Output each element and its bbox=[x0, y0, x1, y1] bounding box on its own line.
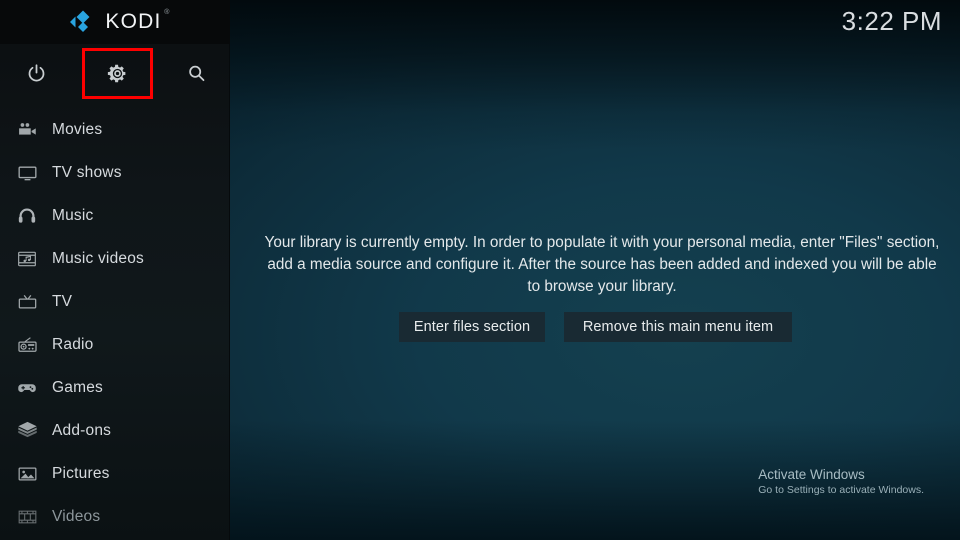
kodi-wordmark: KODI bbox=[105, 10, 162, 33]
empty-library-message: Your library is currently empty. In orde… bbox=[264, 234, 940, 295]
power-icon bbox=[26, 63, 47, 84]
radio-icon bbox=[10, 330, 44, 360]
sidebar-item-pictures[interactable]: Pictures bbox=[0, 452, 230, 495]
watermark-title: Activate Windows bbox=[758, 467, 865, 482]
sidebar-item-radio[interactable]: Radio bbox=[0, 323, 230, 366]
remove-main-menu-item-button[interactable]: Remove this main menu item bbox=[564, 312, 792, 342]
addon-box-icon bbox=[10, 416, 44, 446]
sidebar-item-label: TV shows bbox=[52, 163, 122, 181]
sidebar-item-label: Games bbox=[52, 378, 103, 396]
kodi-logo: KODI ® bbox=[68, 9, 169, 35]
sidebar-action-row bbox=[0, 44, 230, 102]
kodi-logo-text: KODI ® bbox=[105, 9, 169, 34]
search-button[interactable] bbox=[174, 51, 218, 95]
watermark-subtitle: Go to Settings to activate Windows. bbox=[758, 484, 924, 496]
sidebar-item-music[interactable]: Music bbox=[0, 194, 230, 237]
sidebar-item-games[interactable]: Games bbox=[0, 366, 230, 409]
sidebar-item-tv[interactable]: TV bbox=[0, 280, 230, 323]
windows-activation-watermark: Activate Windows Go to Settings to activ… bbox=[758, 466, 924, 498]
kodi-logo-icon bbox=[68, 9, 96, 35]
gamepad-icon bbox=[10, 373, 44, 403]
sidebar-item-videos[interactable]: Videos bbox=[0, 495, 230, 538]
sidebar-item-movies[interactable]: Movies bbox=[0, 108, 230, 151]
sidebar-item-tv-shows[interactable]: TV shows bbox=[0, 151, 230, 194]
kodi-home-screen: 3:22 PM Your library is currently empty.… bbox=[0, 0, 960, 540]
movie-camera-icon bbox=[10, 115, 44, 145]
sidebar-item-label: Pictures bbox=[52, 464, 110, 482]
empty-library-actions: Enter files section Remove this main men… bbox=[399, 312, 792, 342]
sidebar-item-label: Radio bbox=[52, 335, 94, 353]
music-video-icon bbox=[10, 244, 44, 274]
sidebar-item-label: Movies bbox=[52, 120, 103, 138]
sidebar-item-label: Add-ons bbox=[52, 421, 112, 439]
headphones-icon bbox=[10, 201, 44, 231]
gear-icon bbox=[107, 63, 128, 84]
sidebar-header: KODI ® bbox=[0, 0, 230, 44]
search-icon bbox=[186, 63, 207, 84]
sidebar-item-label: Videos bbox=[52, 507, 101, 525]
settings-button[interactable] bbox=[95, 51, 139, 95]
sidebar-item-music-videos[interactable]: Music videos bbox=[0, 237, 230, 280]
clock: 3:22 PM bbox=[841, 6, 942, 36]
enter-files-section-button[interactable]: Enter files section bbox=[399, 312, 545, 342]
television-icon bbox=[10, 158, 44, 188]
kodi-trademark: ® bbox=[164, 9, 171, 16]
tv-antenna-icon bbox=[10, 287, 44, 317]
sidebar-item-label: Music videos bbox=[52, 249, 144, 267]
picture-icon bbox=[10, 459, 44, 489]
sidebar-item-label: TV bbox=[52, 292, 73, 310]
sidebar-item-addons[interactable]: Add-ons bbox=[0, 409, 230, 452]
sidebar: KODI ® Movies TV shows Music Music video… bbox=[0, 0, 230, 540]
power-button[interactable] bbox=[14, 51, 58, 95]
main-menu: Movies TV shows Music Music videos TV Ra… bbox=[0, 108, 230, 538]
sidebar-item-label: Music bbox=[52, 206, 94, 224]
film-strip-icon bbox=[10, 502, 44, 532]
